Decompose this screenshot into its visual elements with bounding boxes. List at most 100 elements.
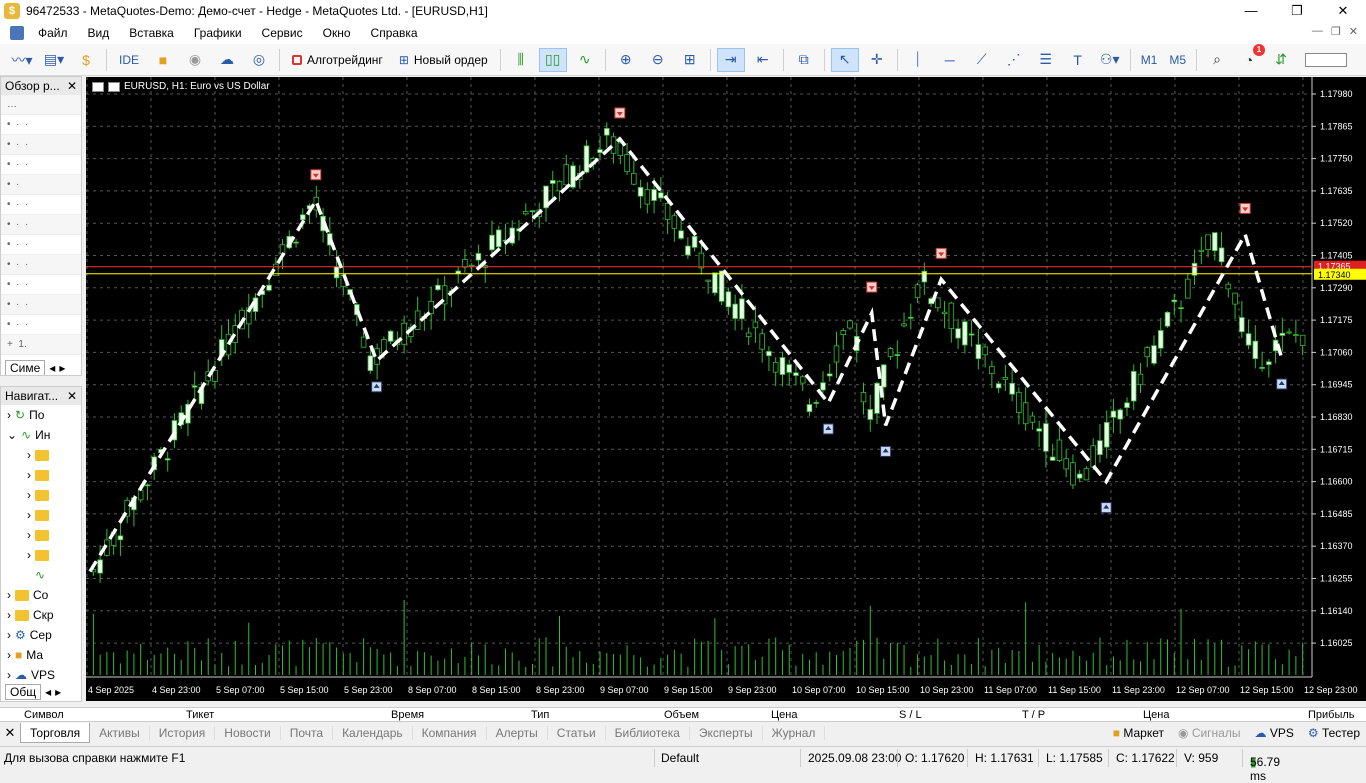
col-time[interactable]: Время xyxy=(391,709,424,721)
nav-item-accounts[interactable]: › ↻ По xyxy=(1,405,81,425)
tab-experts[interactable]: Эксперты xyxy=(690,725,763,740)
web-icon[interactable]: ◎ xyxy=(245,48,273,72)
close-panel-icon[interactable]: ✕ xyxy=(67,389,77,403)
nav-item-services[interactable]: › ⚙ Сер xyxy=(1,625,81,645)
col-price[interactable]: Цена xyxy=(771,709,797,721)
tab-journal[interactable]: Журнал xyxy=(763,725,826,740)
vps-button[interactable]: ☁ VPS xyxy=(1255,726,1294,740)
shapes-icon[interactable]: ⚇▾ xyxy=(1096,48,1124,72)
tab-common[interactable]: Общ xyxy=(5,684,42,700)
tab-history[interactable]: История xyxy=(150,725,216,740)
col-tp[interactable]: T / P xyxy=(1022,709,1045,721)
menu-file[interactable]: Файл xyxy=(28,26,78,40)
col-symbol[interactable]: Символ xyxy=(24,709,64,721)
tab-mailbox[interactable]: Почта xyxy=(281,725,334,740)
algotrading-button[interactable]: Алготрейдинг xyxy=(286,48,389,72)
list-item[interactable]: • · · xyxy=(1,295,81,315)
tab-calendar[interactable]: Календарь xyxy=(333,725,413,740)
trading-icon[interactable]: $ xyxy=(72,48,100,72)
chart-type-icon[interactable]: 〰▾ xyxy=(8,48,36,72)
nav-folder[interactable]: › xyxy=(1,445,81,465)
line-chart-icon[interactable]: ∿ xyxy=(571,48,599,72)
objects-icon[interactable]: ⋰ xyxy=(1000,48,1028,72)
tab-assets[interactable]: Активы xyxy=(90,725,150,740)
menu-window[interactable]: Окно xyxy=(313,26,361,40)
nav-folder[interactable]: › xyxy=(1,545,81,565)
list-item[interactable]: • · · xyxy=(1,155,81,175)
menu-tools[interactable]: Сервис xyxy=(252,26,313,40)
trendline-icon[interactable]: ⟋ xyxy=(968,48,996,72)
scroll-right-icon[interactable]: ▸ xyxy=(55,685,61,699)
list-item[interactable]: • · · xyxy=(1,195,81,215)
list-item[interactable]: • · xyxy=(1,175,81,195)
list-item[interactable]: • · · xyxy=(1,255,81,275)
text-tool-icon[interactable]: T xyxy=(1064,48,1092,72)
nav-folder[interactable]: › xyxy=(1,485,81,505)
nav-item-market[interactable]: › ■ Ма xyxy=(1,645,81,665)
menu-insert[interactable]: Вставка xyxy=(119,26,184,40)
zoom-in-icon[interactable]: ⊕ xyxy=(612,48,640,72)
market-button[interactable]: ■ Маркет xyxy=(1113,726,1164,740)
signals-button[interactable]: ◉ Сигналы xyxy=(1178,726,1241,740)
market-bag-icon[interactable]: ■ xyxy=(149,48,177,72)
tab-trade[interactable]: Торговля xyxy=(20,722,91,743)
chart-canvas[interactable]: 1.17980 1.17865 1.17750 1.17635 1.17520 1.174… xyxy=(86,77,1366,701)
list-item[interactable]: + 1. xyxy=(1,335,81,355)
nav-folder[interactable]: › xyxy=(1,525,81,545)
close-button[interactable]: ✕ xyxy=(1320,0,1366,22)
nav-folder[interactable]: › xyxy=(1,505,81,525)
tab-alerts[interactable]: Алерты xyxy=(487,725,548,740)
tile-windows-icon[interactable]: ⊞ xyxy=(676,48,704,72)
mdi-close-icon[interactable]: ✕ xyxy=(1349,25,1358,38)
list-item[interactable]: • · · xyxy=(1,115,81,135)
autoscroll-icon[interactable]: ⇥ xyxy=(716,47,745,72)
crosshair-icon[interactable]: ✛ xyxy=(863,48,891,72)
tab-articles[interactable]: Статьи xyxy=(548,725,606,740)
list-item[interactable]: • · · xyxy=(1,215,81,235)
nav-item-experts[interactable]: › Co xyxy=(1,585,81,605)
close-panel-icon[interactable]: ✕ xyxy=(67,79,77,93)
cloud-icon[interactable]: ☁ xyxy=(213,48,241,72)
tab-company[interactable]: Компания xyxy=(413,725,487,740)
notifications-icon[interactable]: ◔ 1 xyxy=(1235,43,1266,72)
col-type[interactable]: Тип xyxy=(531,709,549,721)
scroll-right-icon[interactable]: ▸ xyxy=(59,361,65,375)
list-item[interactable]: • · · xyxy=(1,235,81,255)
menu-view[interactable]: Вид xyxy=(78,26,120,40)
templates-icon[interactable]: ▤▾ xyxy=(40,48,68,72)
nav-item-scripts[interactable]: › Скр xyxy=(1,605,81,625)
horizontal-line-icon[interactable]: ─ xyxy=(936,48,964,72)
tab-news[interactable]: Новости xyxy=(215,725,281,740)
col-current-price[interactable]: Цена xyxy=(1143,709,1169,721)
search-icon[interactable]: ⌕ xyxy=(1203,48,1231,72)
nav-indicator[interactable]: ∿ xyxy=(1,565,81,585)
nav-item-indicators[interactable]: ⌄ ∿ Ин xyxy=(1,425,81,445)
scroll-left-icon[interactable]: ◂ xyxy=(45,685,51,699)
timeframe-m5[interactable]: M5 xyxy=(1163,53,1192,67)
col-profit[interactable]: Прибыль xyxy=(1308,709,1355,721)
col-volume[interactable]: Объем xyxy=(664,709,699,721)
tab-symbols[interactable]: Симе xyxy=(5,360,46,375)
col-ticket[interactable]: Тикет xyxy=(186,709,214,721)
menu-charts[interactable]: Графики xyxy=(184,26,252,40)
list-item[interactable]: • · · xyxy=(1,135,81,155)
cursor-icon[interactable]: ↖ xyxy=(830,47,859,72)
close-terminal-icon[interactable]: ✕ xyxy=(0,725,20,741)
list-item[interactable]: • · · xyxy=(1,275,81,295)
one-click-trading-icon[interactable] xyxy=(92,81,104,92)
minimize-button[interactable]: — xyxy=(1228,0,1274,22)
scroll-left-icon[interactable]: ◂ xyxy=(49,361,55,375)
menu-help[interactable]: Справка xyxy=(361,26,428,40)
timeframe-m1[interactable]: M1 xyxy=(1135,53,1164,67)
col-sl[interactable]: S / L xyxy=(899,709,922,721)
price-chart[interactable]: 1.17980 1.17865 1.17750 1.17635 1.17520 1.174… xyxy=(86,77,1366,701)
mdi-restore-icon[interactable]: ❐ xyxy=(1331,25,1341,38)
bar-chart-icon[interactable]: ⫼ xyxy=(507,48,535,72)
chart-shift-icon[interactable]: ⇤ xyxy=(749,48,777,72)
signals-icon[interactable]: ◉ xyxy=(181,48,209,72)
tab-library[interactable]: Библиотека xyxy=(606,725,690,740)
ide-button[interactable]: IDE xyxy=(113,48,145,72)
nav-item-vps[interactable]: › ☁ VPS xyxy=(1,665,81,683)
maximize-button[interactable]: ❐ xyxy=(1274,0,1320,22)
list-item[interactable]: … xyxy=(1,95,81,115)
